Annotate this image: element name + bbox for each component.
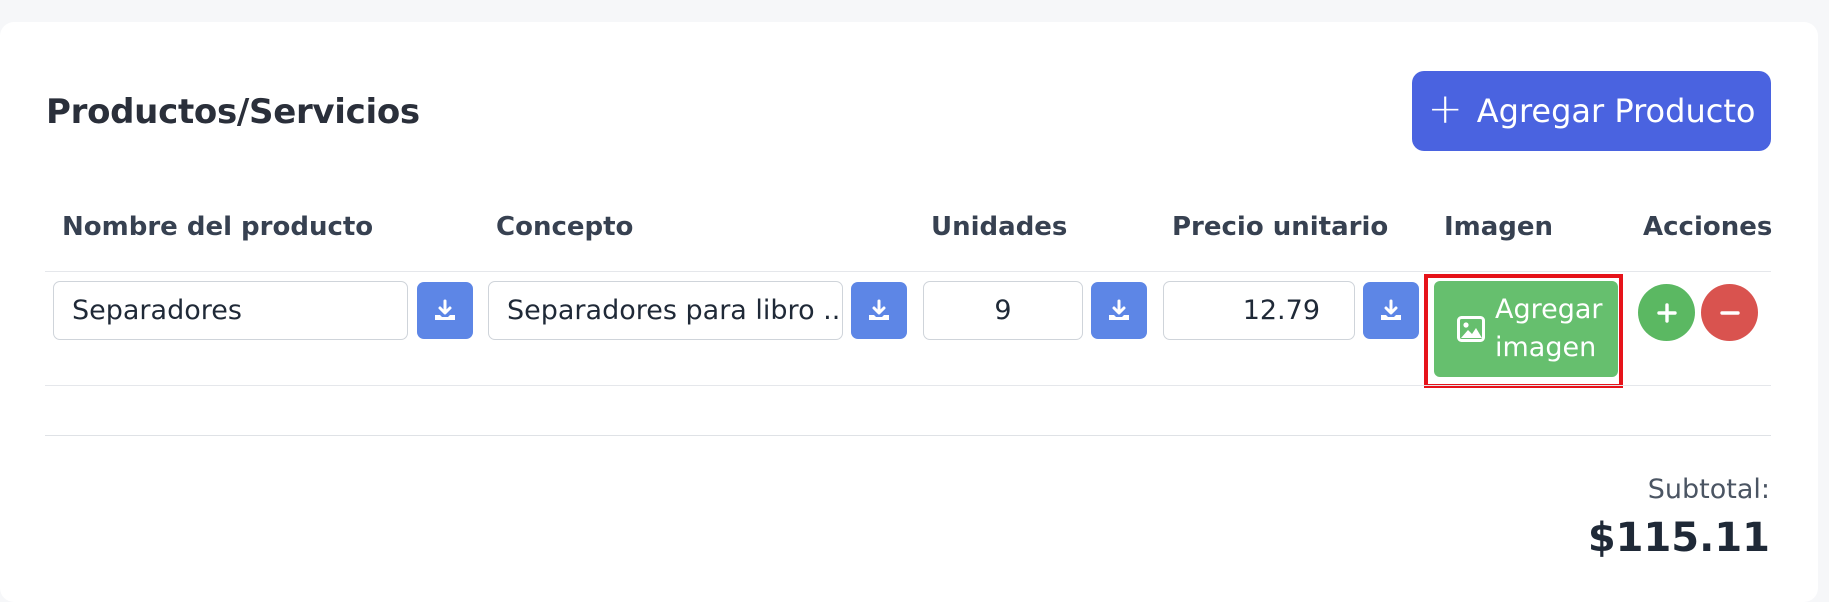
product-name-input[interactable]: Separadores <box>53 281 408 340</box>
remove-row-button[interactable] <box>1701 284 1758 341</box>
plus-icon <box>1656 302 1677 323</box>
download-icon <box>869 299 889 320</box>
units-download-button[interactable] <box>1091 282 1147 339</box>
column-header-units: Unidades <box>931 212 1068 242</box>
subtotal-value: $115.11 <box>1587 515 1770 561</box>
download-icon <box>1109 299 1129 320</box>
column-header-actions: Acciones <box>1643 212 1773 242</box>
download-icon <box>1381 299 1401 320</box>
column-header-image: Imagen <box>1444 212 1554 242</box>
download-icon <box>435 299 455 320</box>
unit-price-input[interactable]: 12.79 <box>1163 281 1355 340</box>
column-header-product-name: Nombre del producto <box>62 212 374 242</box>
plus-icon: + <box>1427 84 1463 133</box>
add-image-button[interactable]: Agregar imagen <box>1434 281 1618 377</box>
section-title: Productos/Servicios <box>46 92 420 132</box>
image-icon <box>1457 316 1485 342</box>
add-image-label-line1: Agregar <box>1495 294 1603 325</box>
add-image-label: Agregar imagen <box>1495 291 1603 367</box>
add-product-button[interactable]: + Agregar Producto <box>1412 71 1771 151</box>
product-name-download-button[interactable] <box>417 282 473 339</box>
concept-input[interactable]: Separadores para libro ... <box>488 281 843 340</box>
table-bottom-divider <box>45 435 1771 436</box>
subtotal-label: Subtotal: <box>1647 474 1770 505</box>
add-product-label: Agregar Producto <box>1476 92 1756 130</box>
column-header-unit-price: Precio unitario <box>1172 212 1389 242</box>
row-divider <box>45 385 1771 386</box>
column-header-concept: Concepto <box>496 212 634 242</box>
add-row-button[interactable] <box>1638 284 1695 341</box>
header-divider <box>45 271 1771 272</box>
units-input[interactable]: 9 <box>923 281 1083 340</box>
add-image-label-line2: imagen <box>1495 332 1597 363</box>
minus-icon <box>1719 310 1740 315</box>
concept-download-button[interactable] <box>851 282 907 339</box>
unit-price-download-button[interactable] <box>1363 282 1419 339</box>
